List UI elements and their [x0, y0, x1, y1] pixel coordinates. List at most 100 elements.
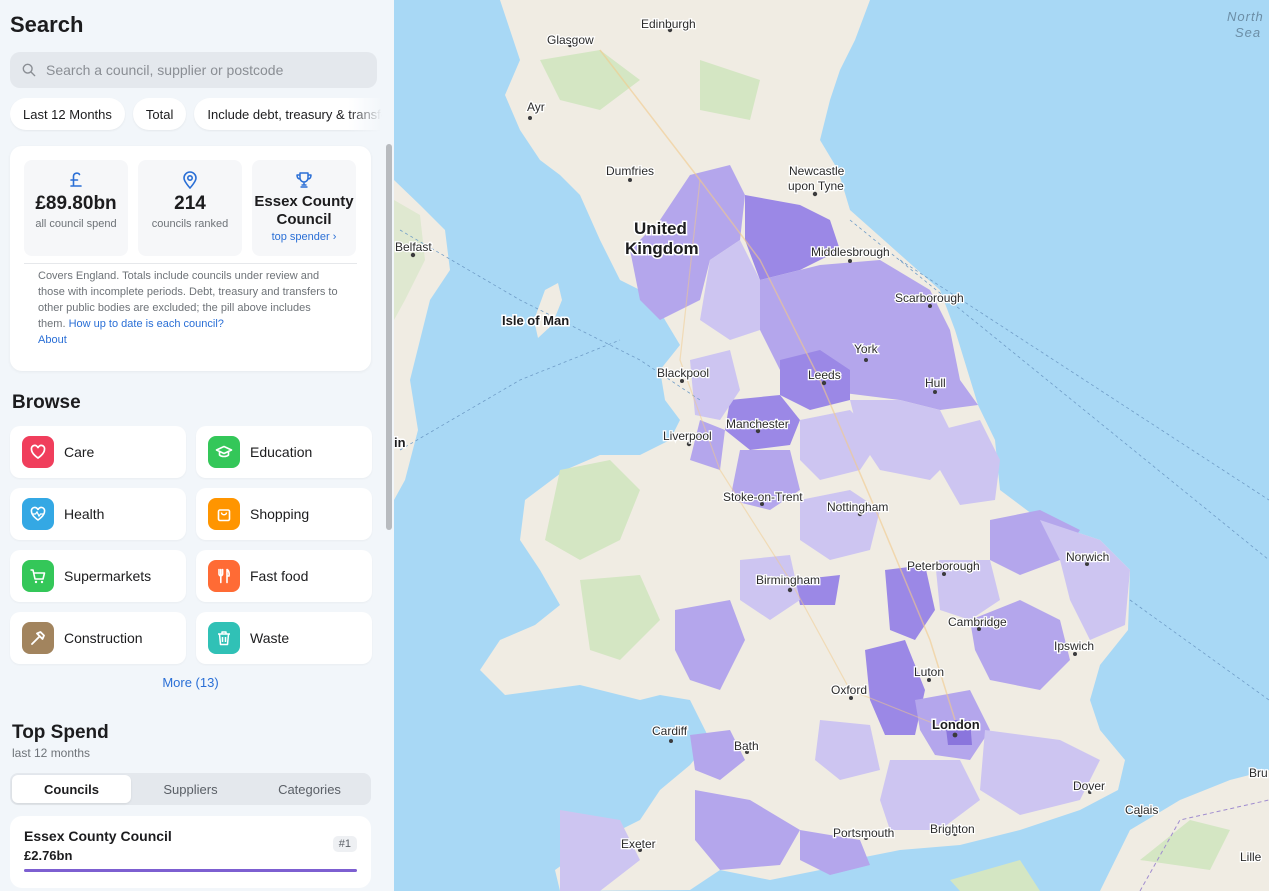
- map-label-bath: Bath: [734, 739, 759, 753]
- map-label-luton: Luton: [914, 665, 944, 679]
- about-link[interactable]: About: [38, 334, 67, 346]
- top-spend-item[interactable]: Essex County Council £2.76bn #1: [10, 816, 371, 888]
- map-label-calais: Calais: [1125, 803, 1158, 817]
- map-canvas[interactable]: Edinburgh Glasgow Ayr Dumfries Newcastle…: [394, 0, 1269, 891]
- spend-bar: [24, 869, 357, 872]
- city-dot: [787, 587, 793, 593]
- search-icon: [22, 63, 36, 77]
- trophy-icon: [296, 172, 312, 188]
- browse-item-label: Waste: [250, 630, 290, 646]
- city-dot: [628, 178, 632, 182]
- browse-title: Browse: [12, 392, 81, 413]
- location-pin-icon: [183, 171, 197, 190]
- pound-icon: [70, 172, 82, 187]
- browse-item-health[interactable]: Health: [10, 488, 186, 540]
- stats-card: £89.80bn all council spend 214 councils …: [10, 146, 371, 371]
- map-label-york: York: [854, 342, 879, 356]
- map-label-dublin-fragment: in: [394, 435, 406, 450]
- map-label-cambridge: Cambridge: [948, 615, 1007, 629]
- map-label-ipswich: Ipswich: [1054, 639, 1094, 653]
- period-filter-pill[interactable]: Last 12 Months: [10, 98, 125, 130]
- browse-item-fast-food[interactable]: Fast food: [196, 550, 372, 602]
- map-label-nottingham: Nottingham: [827, 500, 888, 514]
- map-label-isle-of-man: Isle of Man: [502, 313, 569, 328]
- map-label-birmingham: Birmingham: [756, 573, 820, 587]
- map-label-middlesbrough: Middlesbrough: [811, 245, 890, 259]
- coverage-note: Covers England. Totals include councils …: [38, 268, 338, 348]
- browse-item-label: Construction: [64, 630, 143, 646]
- stat-spend-label: all council spend: [35, 218, 117, 230]
- browse-item-label: Health: [64, 506, 105, 522]
- map-label-stoke: Stoke-on-Trent: [723, 490, 803, 504]
- map-label-hull: Hull: [925, 376, 946, 390]
- pills-fade: [348, 98, 382, 132]
- map-label-glasgow: Glasgow: [547, 33, 594, 47]
- browse-item-waste[interactable]: Waste: [196, 612, 372, 664]
- divider: [24, 263, 357, 264]
- map-label-exeter: Exeter: [621, 837, 656, 851]
- map-label-portsmouth: Portsmouth: [833, 826, 894, 840]
- stat-total-spend: £89.80bn all council spend: [24, 160, 128, 256]
- sidebar-scrollbar[interactable]: [386, 144, 392, 530]
- browse-item-label: Fast food: [250, 568, 309, 584]
- hammer-icon: [22, 622, 54, 654]
- map-label-newcastle-1: Newcastle: [789, 164, 845, 178]
- top-item-value: £2.76bn: [24, 848, 73, 863]
- browse-item-label: Care: [64, 444, 95, 460]
- stat-councils: 214 councils ranked: [138, 160, 242, 256]
- map-label-brighton: Brighton: [930, 822, 975, 836]
- browse-more-link[interactable]: More (13): [0, 675, 381, 690]
- map-label-norwich: Norwich: [1066, 550, 1109, 564]
- stat-councils-label: councils ranked: [151, 218, 229, 230]
- map-label-dumfries: Dumfries: [606, 164, 654, 178]
- filter-pills: Last 12 Months Total Include debt, treas…: [10, 98, 382, 132]
- page-title: Search: [10, 12, 84, 37]
- map-label-manchester: Manchester: [726, 417, 789, 431]
- map-label-blackpool: Blackpool: [657, 366, 709, 380]
- heart-icon: [22, 436, 54, 468]
- map-label-scarborough: Scarborough: [895, 291, 964, 305]
- map-label-north-sea-1: North: [1227, 9, 1264, 24]
- browse-item-label: Shopping: [250, 506, 310, 522]
- map-label-ayr: Ayr: [527, 100, 545, 114]
- city-dot: [848, 259, 852, 263]
- browse-item-construction[interactable]: Construction: [10, 612, 186, 664]
- browse-item-shopping[interactable]: Shopping: [196, 488, 372, 540]
- data-freshness-link[interactable]: How up to date is each council?: [69, 318, 224, 330]
- top-spend-tabs: Councils Suppliers Categories: [10, 773, 371, 805]
- map-view[interactable]: Edinburgh Glasgow Ayr Dumfries Newcastle…: [394, 0, 1269, 891]
- browse-item-label: Supermarkets: [64, 568, 152, 584]
- tab-councils[interactable]: Councils: [12, 775, 131, 803]
- cart-icon: [22, 560, 54, 592]
- map-label-united: United: [634, 219, 687, 238]
- city-dot: [528, 116, 532, 120]
- browse-item-education[interactable]: Education: [196, 426, 372, 478]
- rank-badge: #1: [332, 836, 357, 852]
- stat-councils-value: 214: [174, 193, 206, 214]
- search-box[interactable]: [10, 52, 377, 88]
- measure-filter-pill[interactable]: Total: [132, 98, 187, 130]
- tab-categories[interactable]: Categories: [250, 775, 369, 803]
- city-dot: [669, 739, 673, 743]
- city-dot: [952, 732, 958, 738]
- map-label-liverpool: Liverpool: [663, 429, 712, 443]
- graduation-cap-icon: [208, 436, 240, 468]
- heart-pulse-icon: [22, 498, 54, 530]
- map-label-london: London: [932, 717, 980, 732]
- browse-item-label: Education: [250, 444, 313, 460]
- sidebar: Search Last 12 Months Total Include debt…: [0, 0, 394, 891]
- map-label-north-sea-2: Sea: [1235, 25, 1261, 40]
- tab-suppliers[interactable]: Suppliers: [131, 775, 250, 803]
- search-input[interactable]: [46, 62, 346, 78]
- fork-knife-icon: [208, 560, 240, 592]
- top-spend-subtitle: last 12 months: [12, 746, 91, 760]
- stat-spend-value: £89.80bn: [35, 193, 117, 214]
- browse-item-supermarkets[interactable]: Supermarkets: [10, 550, 186, 602]
- map-label-oxford: Oxford: [831, 683, 867, 697]
- stat-top-spender: Essex County Council top spender ›: [252, 160, 356, 256]
- city-dot: [864, 358, 868, 362]
- map-label-newcastle-2: upon Tyne: [788, 179, 844, 193]
- top-spend-title: Top Spend: [12, 722, 109, 743]
- browse-item-care[interactable]: Care: [10, 426, 186, 478]
- top-spender-link[interactable]: top spender ›: [252, 231, 356, 243]
